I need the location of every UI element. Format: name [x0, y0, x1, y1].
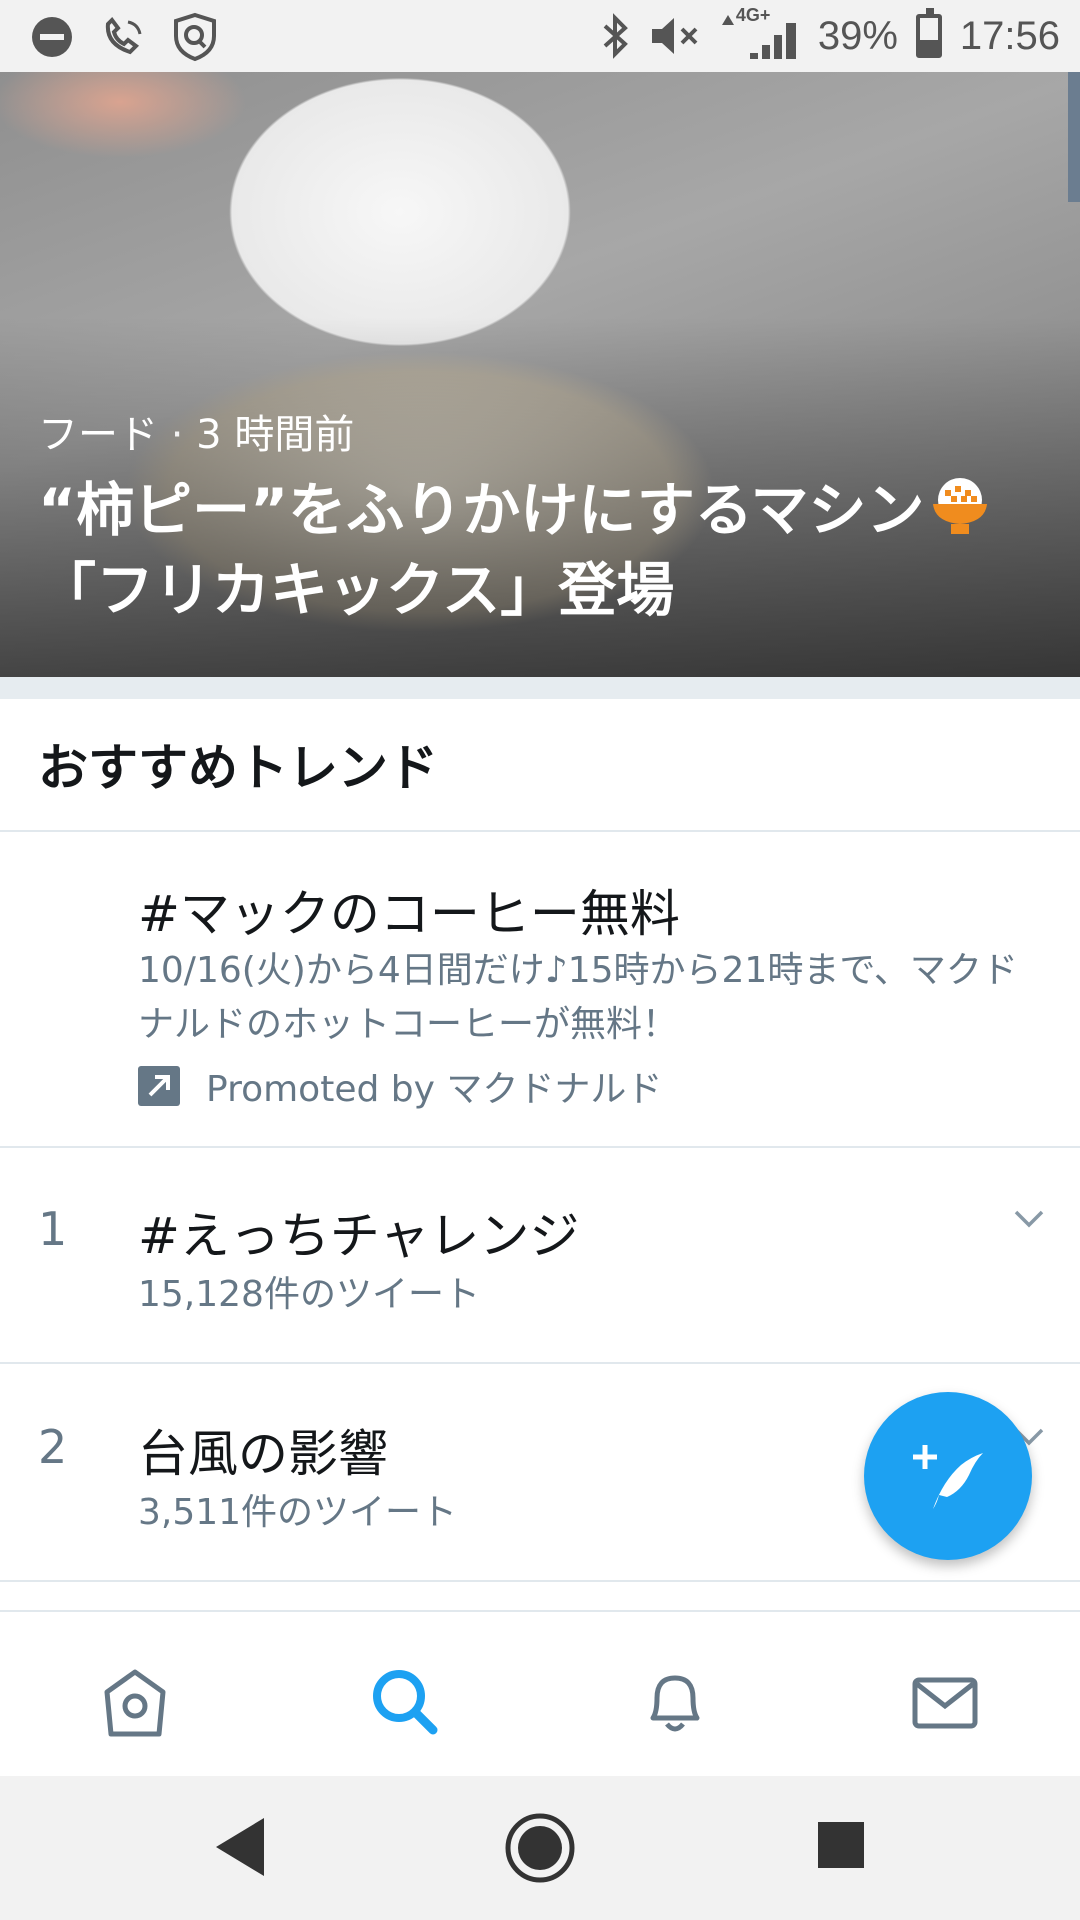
bluetooth-icon	[603, 13, 628, 59]
section-gap	[0, 677, 1080, 699]
home-circle-icon[interactable]	[504, 1812, 576, 1884]
featured-moment-card[interactable]: フード · 3 時間前 “柿ピー”をふりかけにするマシン 「フリカキックス」登場	[0, 72, 1080, 677]
trend-tweet-count: 15,128件のツイート	[138, 1274, 480, 1315]
moment-time: 3 時間前	[196, 412, 355, 458]
battery-icon	[915, 8, 942, 58]
moment-category: フード	[38, 412, 158, 458]
clock: 17:56	[959, 13, 1060, 58]
cell-signal-icon: 4G+	[720, 5, 800, 61]
compose-tweet-button[interactable]	[864, 1392, 1032, 1560]
promoted-trend-description: 10/16(火)から4日間だけ♪15時から21時まで、マクドナルドのホットコーヒ…	[138, 950, 1018, 1045]
trend-rank: 1	[38, 1202, 68, 1256]
promoted-icon	[138, 1066, 180, 1106]
android-nav-bar	[0, 1776, 1080, 1920]
status-bar: 4G+ 39% 17:56	[0, 0, 1080, 72]
divider	[0, 1362, 1080, 1364]
compose-tweet-icon	[913, 1445, 983, 1509]
shield-icon	[174, 12, 216, 62]
search-icon[interactable]	[365, 1662, 445, 1742]
home-icon[interactable]	[95, 1662, 175, 1742]
do-not-disturb-icon	[32, 17, 72, 57]
moment-title-part2: 「フリカキックス」登場	[38, 556, 675, 624]
volume-muted-icon	[651, 18, 698, 54]
moment-title: “柿ピー”をふりかけにするマシン 「フリカキックス」登場	[38, 470, 1028, 630]
moment-meta: フード · 3 時間前	[38, 402, 354, 460]
divider	[0, 1146, 1080, 1148]
moment-title-part1: “柿ピー”をふりかけにするマシン	[38, 476, 925, 544]
recents-icon[interactable]	[818, 1822, 864, 1868]
section-heading: おすすめトレンド	[38, 739, 438, 797]
scroll-indicator	[1068, 72, 1080, 202]
promoted-trend-title[interactable]: #マックのコーヒー無料	[138, 874, 680, 946]
call-forwarding-icon	[105, 16, 142, 55]
bottom-tab-bar	[0, 1610, 1080, 1778]
rice-bowl-icon	[929, 476, 991, 538]
mail-icon[interactable]	[905, 1662, 985, 1742]
trend-title[interactable]: #えっちチャレンジ	[138, 1196, 579, 1268]
bell-icon[interactable]	[635, 1662, 715, 1742]
meta-separator: ·	[170, 412, 184, 458]
trend-rank: 2	[38, 1420, 68, 1474]
promoted-label-row: Promoted by マクドナルド	[138, 1060, 662, 1112]
divider	[0, 830, 1080, 832]
battery-percent: 39%	[817, 13, 898, 58]
trend-title[interactable]: 台風の影響	[138, 1414, 388, 1486]
promoted-by-text: Promoted by マクドナルド	[206, 1069, 663, 1110]
back-icon[interactable]	[212, 1816, 268, 1878]
chevron-down-icon[interactable]	[1012, 1202, 1046, 1236]
divider	[0, 1580, 1080, 1582]
